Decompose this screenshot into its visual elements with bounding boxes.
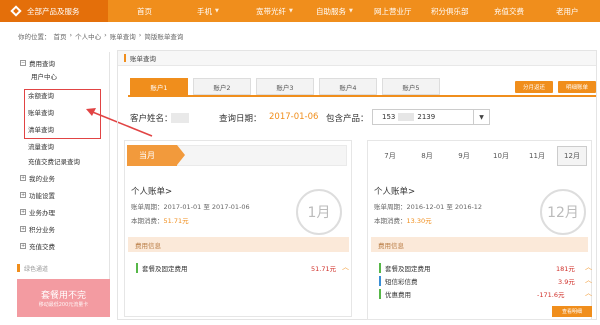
account-tab[interactable]: 账户1 [130, 78, 188, 95]
nav-item[interactable]: 宽带光纤 ▼ [256, 0, 293, 22]
customer-name-masked [171, 113, 189, 123]
logo-icon [10, 5, 22, 17]
chevron-down-icon[interactable]: ▼ [473, 110, 489, 124]
chevron-down-icon: ▼ [289, 8, 293, 14]
sidebar-section[interactable]: + 业务办理 [20, 207, 55, 217]
bill-consume: 本期消费：51.71元 [131, 217, 189, 225]
fee-row: 套餐及固定费用 [136, 262, 188, 273]
fee-row: 优惠费用 [379, 288, 411, 299]
chevron-up-icon[interactable]: ︿ [585, 288, 592, 298]
fee-value: 3.9元 [558, 278, 575, 286]
sidebar-subitem[interactable]: 流量查询 [28, 141, 54, 151]
bill-period: 账单周期：2017-01-01 至 2017-01-06 [131, 203, 250, 211]
month-badge: 12月 [540, 189, 586, 235]
breadcrumb: 你的位置： 首页 › 个人中心 › 账单查询 › 简版账单查询 [18, 31, 183, 41]
expand-icon: + [20, 209, 26, 215]
chevron-up-icon[interactable]: ︿ [585, 262, 592, 272]
account-tab[interactable]: 账户5 [382, 78, 440, 95]
month-tab[interactable]: 8月 [412, 146, 442, 166]
breadcrumb-separator: › [69, 31, 73, 39]
product-select[interactable]: 153 2139 ▼ [372, 109, 490, 125]
expand-icon: + [20, 226, 26, 232]
breadcrumb-item[interactable]: 账单查询 [110, 31, 136, 41]
chevron-up-icon[interactable]: ︿ [342, 262, 349, 272]
panel-header: 账单查询 [118, 51, 596, 66]
breadcrumb-item: 你的位置： [18, 33, 51, 41]
fee-row: 套餐及固定费用 [379, 262, 431, 273]
chevron-down-icon: ▼ [349, 8, 353, 14]
account-tab[interactable]: 账户3 [256, 78, 314, 95]
chevron-up-icon[interactable]: ︿ [585, 275, 592, 285]
nav-item[interactable]: 首页 [137, 0, 152, 22]
bill-period: 账单周期：2016-12-01 至 2016-12 [374, 203, 483, 211]
expand-icon: + [20, 243, 26, 249]
account-tab[interactable]: 账户2 [193, 78, 251, 95]
fee-row: 短信彩信费 [379, 275, 418, 286]
month-tab[interactable]: 10月 [486, 146, 516, 166]
breadcrumb-item[interactable]: 首页 [54, 31, 67, 41]
current-month-tag: 当月 [127, 145, 185, 166]
expand-icon: + [20, 192, 26, 198]
product-label: 包含产品： [326, 114, 369, 124]
bill-consume: 本期消费：13.30元 [374, 217, 432, 225]
tab-underline [128, 95, 596, 97]
month-tab[interactable]: 9月 [449, 146, 479, 166]
green-channel[interactable]: 绿色通道 [17, 263, 110, 273]
detail-bill-button[interactable]: 明细账单 [558, 81, 596, 93]
month-tab[interactable]: 12月 [557, 146, 587, 166]
sidebar-subitem[interactable]: 用户中心 [31, 71, 57, 81]
fee-info-header: 费用信息 [371, 237, 588, 252]
month-badge: 1月 [296, 189, 342, 235]
breadcrumb-separator: › [138, 31, 142, 39]
month-tab[interactable]: 11月 [522, 146, 552, 166]
expand-icon: + [20, 175, 26, 181]
sidebar-section[interactable]: + 功能设置 [20, 190, 55, 200]
fee-value: 181元 [556, 265, 575, 273]
sidebar-section[interactable]: + 充值交费 [20, 241, 55, 251]
promo-title: 套餐用不完 [40, 291, 86, 301]
panel-title: 账单查询 [130, 55, 156, 63]
monthly-return-button[interactable]: 分月返还 [515, 81, 553, 93]
breadcrumb-item[interactable]: 简版账单查询 [144, 31, 183, 41]
sidebar-section[interactable]: + 积分业务 [20, 224, 55, 234]
personal-bill-link[interactable]: 个人账单> [131, 185, 172, 197]
fee-info-header: 费用信息 [128, 237, 349, 252]
view-detail-button[interactable]: 查看明细 [552, 306, 592, 317]
all-products-menu[interactable]: 全部产品及服务 [0, 0, 108, 22]
promo-subtitle: 移动最低200元流量卡 [38, 302, 89, 308]
all-products-label: 全部产品及服务 [27, 6, 80, 16]
account-tab[interactable]: 账户4 [319, 78, 377, 95]
nav-item[interactable]: 网上营业厅 [374, 0, 412, 22]
nav-item[interactable]: 老用户 [556, 0, 579, 22]
collapse-icon: − [20, 60, 26, 66]
breadcrumb-separator: › [104, 31, 107, 39]
sidebar-subitem[interactable]: 充值交费记录查询 [28, 156, 80, 166]
nav-item[interactable]: 手机 ▼ [197, 0, 219, 22]
sidebar-section-fee-query[interactable]: − 费用查询 [20, 58, 55, 68]
query-date-label: 查询日期： [219, 114, 262, 124]
query-date: 2017-01-06 [269, 112, 319, 122]
month-tab[interactable]: 7月 [375, 146, 405, 166]
promo-banner[interactable]: 套餐用不完 移动最低200元流量卡 [17, 279, 110, 317]
nav-item[interactable]: 自助服务 ▼ [316, 0, 353, 22]
fee-value: 51.71元 [311, 265, 337, 273]
customer-name-label: 客户姓名： [130, 114, 173, 124]
nav-item[interactable]: 积分俱乐部 [431, 0, 469, 22]
nav-item[interactable]: 充值交费 [494, 0, 524, 22]
chevron-down-icon: ▼ [215, 8, 219, 14]
breadcrumb-item[interactable]: 个人中心 [75, 31, 101, 41]
personal-bill-link[interactable]: 个人账单> [374, 185, 415, 197]
sidebar-section[interactable]: + 我的业务 [20, 173, 55, 183]
fee-value: -171.6元 [537, 291, 565, 299]
